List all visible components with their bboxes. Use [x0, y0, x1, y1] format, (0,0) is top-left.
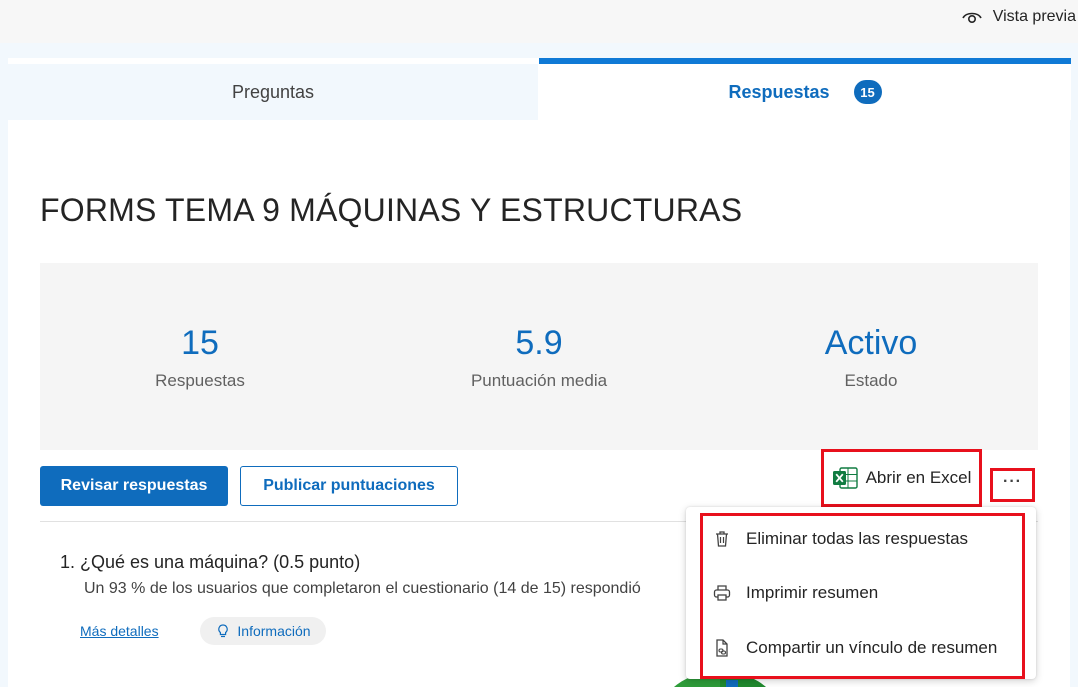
printer-icon [713, 585, 731, 601]
menu-item-share-summary-link[interactable]: Compartir un vínculo de resumen [712, 633, 997, 663]
tab-questions-label: Preguntas [231, 81, 315, 102]
tab-questions[interactable]: Preguntas [8, 64, 538, 120]
stat-responses: 15 Respuestas [50, 323, 350, 391]
tab-responses[interactable]: Respuestas 15 [539, 58, 1071, 120]
preview-button[interactable]: Vista previa [961, 6, 1078, 28]
open-in-excel-label: Abrir en Excel [865, 468, 972, 487]
more-options-button[interactable]: ··· [990, 468, 1035, 502]
info-chip[interactable]: Información [200, 617, 326, 645]
stats-panel: 15 Respuestas 5.9 Puntuación media Activ… [40, 263, 1038, 450]
share-link-icon [716, 639, 728, 657]
preview-label: Vista previa [992, 8, 1076, 25]
trash-icon [716, 531, 728, 547]
stat-label: Puntuación media [470, 371, 608, 390]
tab-responses-label: Respuestas [728, 81, 830, 102]
menu-item-delete-all[interactable]: Eliminar todas las respuestas [712, 524, 968, 554]
stat-average-score: 5.9 Puntuación media [389, 323, 689, 391]
stat-value: 5.9 [515, 324, 563, 362]
question-summary: Un 93 % de los usuarios que completaron … [84, 580, 641, 597]
form-title: FORMS TEMA 9 MÁQUINAS Y ESTRUCTURAS [40, 192, 743, 228]
lightbulb-icon [218, 624, 229, 638]
stat-value: 15 [181, 324, 219, 362]
stat-status: Activo Estado [721, 323, 1021, 391]
menu-item-label: Compartir un vínculo de resumen [746, 638, 998, 657]
top-bar [0, 0, 1078, 43]
info-chip-label: Información [237, 623, 311, 639]
menu-item-label: Imprimir resumen [746, 583, 879, 602]
more-details-link[interactable]: Más detalles [80, 623, 159, 639]
publish-scores-button[interactable]: Publicar puntuaciones [240, 466, 458, 506]
menu-item-label: Eliminar todas las respuestas [746, 529, 969, 548]
open-in-excel-button[interactable]: Abrir en Excel [821, 449, 982, 507]
stat-label: Estado [844, 371, 898, 390]
review-responses-button[interactable]: Revisar respuestas [40, 466, 228, 506]
menu-item-print-summary[interactable]: Imprimir resumen [712, 578, 878, 608]
excel-icon [832, 467, 858, 489]
responses-count-badge: 15 [853, 80, 882, 104]
stat-label: Respuestas [155, 371, 245, 390]
eye-icon [961, 12, 982, 24]
question-title: 1. ¿Qué es una máquina? (0.5 punto) [60, 552, 361, 572]
stat-value: Activo [824, 324, 918, 362]
